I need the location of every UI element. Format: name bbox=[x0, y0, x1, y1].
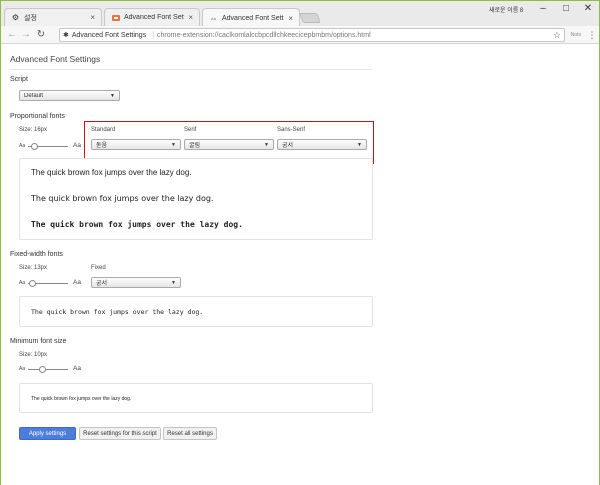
fixed-size-slider[interactable]: Aa Aa bbox=[19, 279, 83, 288]
close-window-icon[interactable]: ✕ bbox=[578, 3, 598, 15]
proportional-sample-box: The quick brown fox jumps over the lazy … bbox=[19, 158, 373, 240]
aa-big: Aa bbox=[73, 279, 81, 286]
toolbar: ← → ↻ ✱ Advanced Font Settings | chrome-… bbox=[1, 26, 599, 44]
minimum-size-label: Size: 10px bbox=[19, 352, 48, 358]
proportional-fonts-label: Proportional fonts bbox=[10, 113, 65, 120]
aa-small: Aa bbox=[19, 366, 26, 372]
reload-icon[interactable]: ↻ bbox=[35, 28, 47, 42]
reset-script-button[interactable]: Reset settings for this script bbox=[79, 427, 161, 440]
page-content: Advanced Font Settings Script Default ▼ … bbox=[1, 45, 599, 485]
close-tab-icon[interactable]: × bbox=[288, 14, 293, 23]
minimum-size-slider[interactable]: Aa Aa bbox=[19, 365, 83, 374]
apply-settings-button[interactable]: Apply settings bbox=[19, 427, 76, 440]
dropdown-arrow-icon: ▼ bbox=[171, 279, 176, 286]
address-bar[interactable]: ✱ Advanced Font Settings | chrome-extens… bbox=[59, 28, 565, 42]
fixed-size-label: Size: 13px bbox=[19, 265, 48, 271]
tab-label: Advanced Font Settings bbox=[124, 14, 185, 21]
slider-thumb[interactable] bbox=[28, 280, 36, 287]
minimize-icon[interactable]: – bbox=[533, 3, 553, 15]
tab-font-settings-2[interactable]: Aa Advanced Font Settings × bbox=[202, 8, 300, 27]
serif-sample-text: The quick brown fox jumps over the lazy … bbox=[31, 194, 214, 203]
profile-name[interactable]: 새로운 이름 8 bbox=[489, 5, 523, 14]
fixed-font-select[interactable]: 궁서 ▼ bbox=[91, 277, 181, 288]
sans-serif-sample-text: The quick brown fox jumps over the lazy … bbox=[31, 220, 243, 229]
aa-small: Aa bbox=[19, 280, 26, 286]
fixed-label: Fixed bbox=[91, 265, 106, 271]
script-select[interactable]: Default ▼ bbox=[19, 90, 120, 101]
aa-big: Aa bbox=[73, 142, 81, 149]
tab-settings[interactable]: ⚙ 설정 × bbox=[4, 8, 102, 26]
proportional-size-slider[interactable]: Aa Aa bbox=[19, 142, 83, 151]
select-value: 궁서 bbox=[96, 281, 108, 287]
minimum-font-size-label: Minimum font size bbox=[10, 338, 67, 345]
slider-track bbox=[28, 369, 68, 370]
extension-chip: ✱ Advanced Font Settings bbox=[60, 31, 149, 40]
maximize-icon[interactable]: □ bbox=[556, 3, 576, 15]
fixed-sample-box: The quick brown fox jumps over the lazy … bbox=[19, 296, 373, 327]
title-bar: ⚙ 설정 × Advanced Font Settings × Aa Advan… bbox=[1, 1, 599, 27]
minimum-sample-box: The quick brown fox jumps over the lazy … bbox=[19, 383, 373, 413]
star-icon[interactable]: ☆ bbox=[553, 30, 561, 41]
menu-icon[interactable]: ⋮ bbox=[587, 28, 597, 42]
forward-icon[interactable]: → bbox=[20, 28, 32, 42]
script-label: Script bbox=[10, 76, 28, 83]
gear-icon: ⚙ bbox=[11, 13, 20, 22]
close-tab-icon[interactable]: × bbox=[90, 13, 95, 22]
divider bbox=[10, 69, 372, 70]
select-value: Default bbox=[24, 92, 44, 99]
dropdown-arrow-icon: ▼ bbox=[110, 92, 115, 99]
font-ext-icon bbox=[111, 13, 120, 22]
back-icon[interactable]: ← bbox=[6, 28, 18, 42]
slider-thumb[interactable] bbox=[38, 366, 46, 373]
fixed-sample-text: The quick brown fox jumps over the lazy … bbox=[31, 308, 204, 316]
standard-sample-text: The quick brown fox jumps over the lazy … bbox=[31, 168, 192, 177]
tab-label: Advanced Font Settings bbox=[222, 14, 284, 22]
reset-all-button[interactable]: Reset all settings bbox=[163, 427, 217, 440]
extension-button[interactable]: Noto bbox=[569, 30, 583, 40]
tab-label: 설정 bbox=[24, 14, 37, 22]
fixed-width-fonts-label: Fixed-width fonts bbox=[10, 251, 63, 258]
minimum-sample-text: The quick brown fox jumps over the lazy … bbox=[31, 396, 132, 402]
puzzle-icon: ✱ bbox=[63, 32, 69, 39]
slider-thumb[interactable] bbox=[30, 143, 38, 150]
proportional-size-label: Size: 16px bbox=[19, 127, 48, 133]
aa-small: Aa bbox=[19, 143, 26, 149]
separator: | bbox=[152, 31, 155, 39]
new-tab-button[interactable] bbox=[299, 13, 321, 23]
aa-big: Aa bbox=[73, 365, 81, 372]
font-ext-icon: Aa bbox=[211, 15, 216, 21]
tab-font-settings-1[interactable]: Advanced Font Settings × bbox=[104, 8, 200, 26]
browser-window: ⚙ 설정 × Advanced Font Settings × Aa Advan… bbox=[0, 0, 600, 485]
url-text: chrome-extension://caclkomlalccbpcdllchk… bbox=[157, 31, 371, 39]
extension-name: Advanced Font Settings bbox=[71, 31, 147, 39]
close-tab-icon[interactable]: × bbox=[188, 13, 193, 22]
page-title: Advanced Font Settings bbox=[10, 54, 101, 64]
